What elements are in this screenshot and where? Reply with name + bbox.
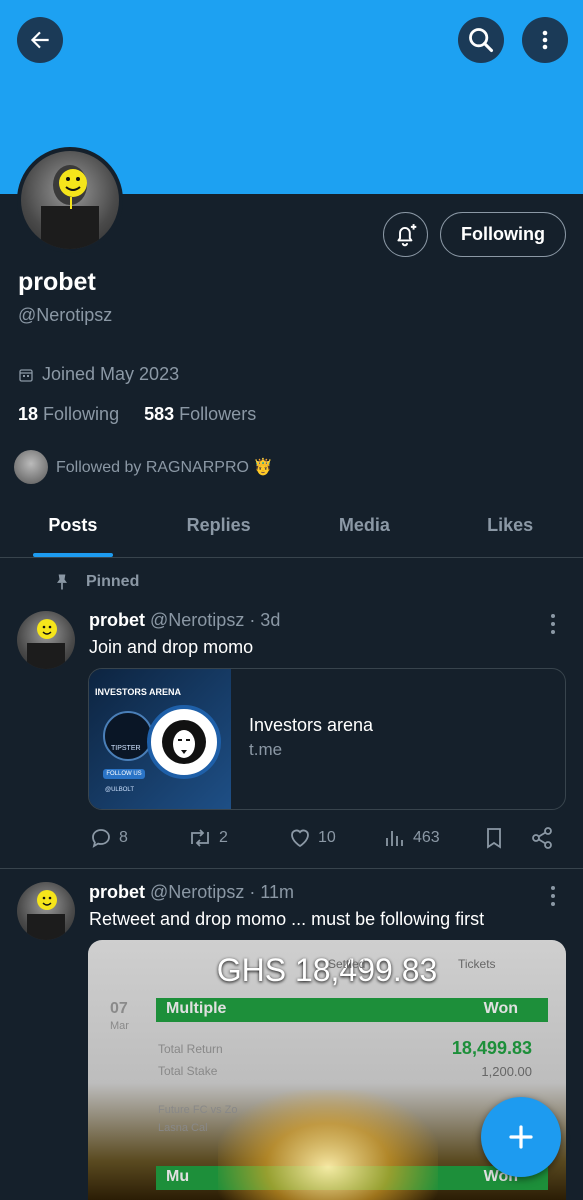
followers-label: Followers [179, 404, 257, 424]
followers-link[interactable]: 583 Followers [144, 404, 256, 424]
like-button[interactable]: 10 [288, 826, 336, 850]
media-total-return: 18,499.83 [451, 1038, 532, 1058]
compose-button[interactable] [481, 1097, 561, 1177]
smiley-avatar-icon [41, 165, 99, 249]
tweet-header: probet @Nerotipsz · 11m [89, 882, 294, 903]
more-vertical-icon [542, 30, 548, 50]
media-total-stake: 1,200.00 [481, 1064, 532, 1079]
following-button[interactable]: Following [440, 212, 566, 257]
tweet-author-name[interactable]: probet [89, 882, 145, 902]
tweet-more-button[interactable] [545, 614, 561, 634]
tweet-avatar[interactable] [17, 882, 75, 940]
tweet-author-meta: @Nerotipsz · 11m [150, 882, 294, 902]
like-count: 10 [318, 829, 336, 846]
follow-counts: 18 Following 583 Followers [18, 404, 256, 425]
share-icon [532, 827, 552, 849]
following-link[interactable]: 18 Following [18, 404, 119, 424]
profile-handle: @Nerotipsz [18, 305, 113, 325]
tweet-header: probet @Nerotipsz · 3d [89, 610, 280, 631]
joined-date-text: Joined May 2023 [42, 364, 180, 384]
views-button[interactable]: 463 [383, 826, 440, 850]
tab-posts[interactable]: Posts [0, 500, 146, 557]
card-image-sub1: TIPSTER [111, 745, 141, 752]
joined-date: Joined May 2023 [18, 364, 179, 385]
media-bet-type-2: Mu [166, 1168, 190, 1185]
pinned-indicator: Pinned [52, 572, 139, 592]
media-bet-type: Multiple [166, 1000, 227, 1017]
smiley-avatar-icon [27, 619, 65, 669]
card-image-sub3: @ULBOLT [105, 787, 134, 793]
media-match2: Lasna Cal [158, 1122, 208, 1134]
followed-by-text: Followed by RAGNARPRO 🤴 [56, 459, 274, 476]
card-image-sub2: FOLLOW US [103, 769, 145, 779]
bell-plus-icon [396, 223, 416, 246]
following-count: 18 [18, 404, 39, 424]
tweet-author-meta: @Nerotipsz · 3d [150, 610, 281, 630]
link-card[interactable]: INVESTORS ARENA TIPSTER FOLLOW US @ULBOL… [88, 668, 566, 810]
tweet-author-name[interactable]: probet [89, 610, 145, 630]
pin-icon [57, 574, 67, 590]
media-total-return-label: Total Return [158, 1042, 223, 1056]
following-label: Following [43, 404, 120, 424]
tweet-more-button[interactable] [545, 886, 561, 906]
reply-icon [92, 829, 110, 848]
tweet-divider [0, 868, 583, 869]
tab-likes[interactable]: Likes [437, 500, 583, 557]
bookmark-icon [487, 828, 501, 849]
share-button[interactable] [530, 826, 554, 850]
media-status: Won [483, 1000, 518, 1017]
views-icon [386, 831, 403, 846]
retweet-button[interactable]: 2 [187, 826, 228, 850]
reply-button[interactable]: 8 [89, 826, 128, 850]
pinned-label: Pinned [86, 573, 140, 590]
media-date-month: Mar [110, 1020, 129, 1032]
media-tickets: Tickets [458, 957, 496, 971]
profile-tabs: Posts Replies Media Likes [0, 500, 583, 558]
reply-count: 8 [119, 829, 128, 846]
views-count: 463 [413, 829, 440, 846]
tab-media[interactable]: Media [292, 500, 438, 557]
notifications-toggle-button[interactable] [383, 212, 428, 257]
smiley-avatar-icon [27, 890, 65, 940]
search-icon [469, 28, 494, 53]
tab-replies[interactable]: Replies [146, 500, 292, 557]
media-settled: Settled [328, 957, 366, 971]
link-card-title: Investors arena [249, 715, 374, 735]
profile-name: probet [18, 268, 96, 296]
card-image-heading: INVESTORS ARENA [95, 687, 182, 697]
media-total-stake-label: Total Stake [158, 1064, 218, 1078]
link-card-domain: t.me [249, 740, 283, 759]
followed-by[interactable]: Followed by RAGNARPRO 🤴 [14, 450, 273, 484]
more-options-button[interactable] [522, 17, 568, 63]
lion-logo-icon [147, 705, 221, 779]
tweet-avatar[interactable] [17, 611, 75, 669]
followers-count: 583 [144, 404, 175, 424]
plus-icon [509, 1125, 533, 1149]
tweet-text: Join and drop momo [89, 637, 254, 657]
media-date-day: 07 [110, 1000, 128, 1017]
retweet-icon [191, 829, 209, 847]
trophy-glow [218, 1090, 438, 1200]
retweet-count: 2 [219, 829, 228, 846]
tweet-text: Retweet and drop momo ... must be follow… [89, 909, 485, 929]
tweet-actions: 8 2 10 463 [89, 826, 559, 854]
back-arrow-icon [30, 31, 49, 49]
search-button[interactable] [458, 17, 504, 63]
bookmark-button[interactable] [483, 826, 505, 850]
link-card-image: INVESTORS ARENA TIPSTER FOLLOW US @ULBOL… [89, 669, 231, 809]
calendar-icon [19, 368, 33, 382]
follower-avatar [14, 450, 48, 484]
profile-avatar[interactable] [17, 147, 123, 253]
heart-icon [291, 829, 309, 848]
back-button[interactable] [17, 17, 63, 63]
